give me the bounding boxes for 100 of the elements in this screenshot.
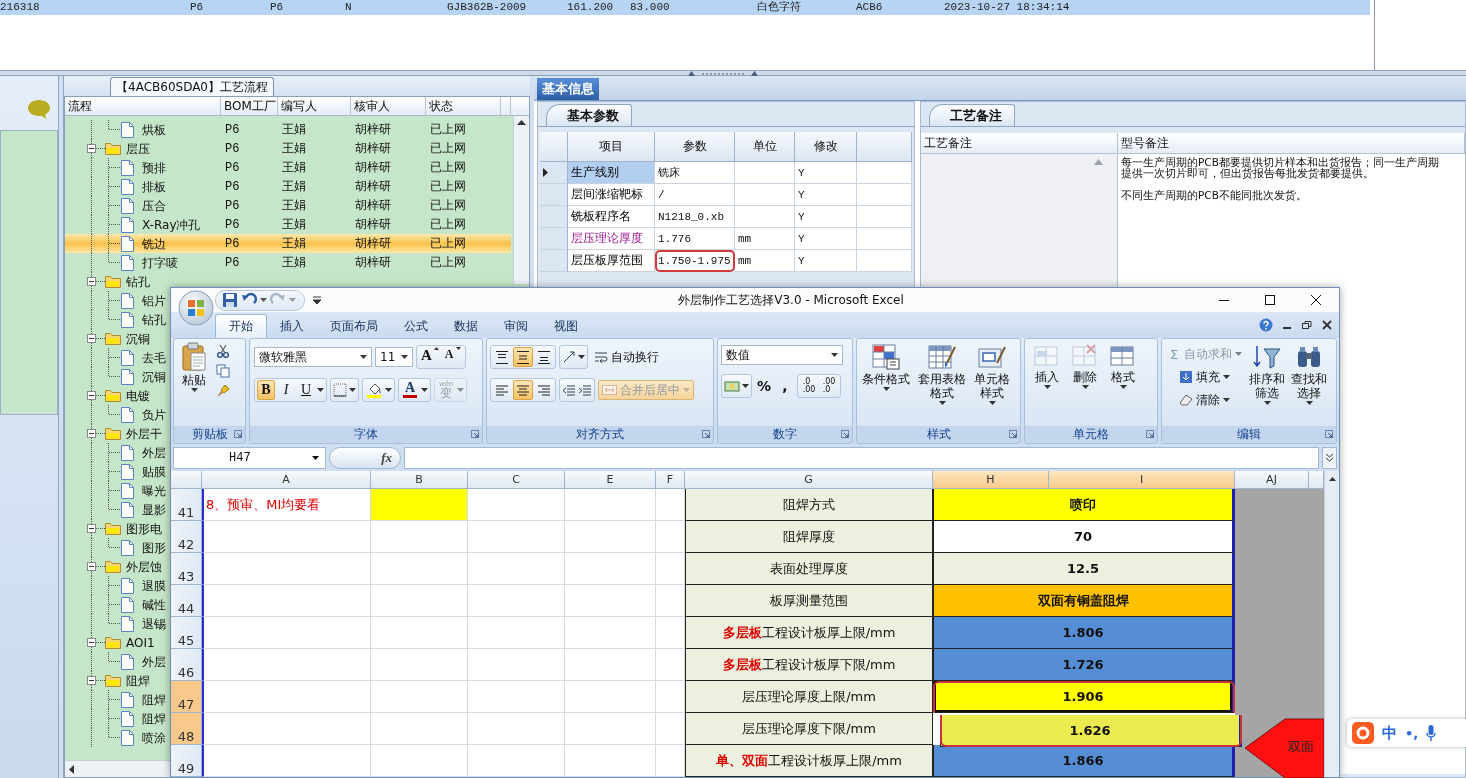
tree-item[interactable]: 钻孔 — [142, 313, 166, 326]
tree-row[interactable]: 打字唛 P6 王娟 胡梓研 已上网 — [65, 253, 511, 272]
expand-formula-button[interactable] — [1322, 447, 1337, 469]
name-box[interactable]: H47 — [173, 447, 326, 469]
panel-tab[interactable]: 工艺备注 — [929, 104, 1015, 126]
table-format-button[interactable]: 套用表格格式 — [916, 342, 968, 406]
collapse-icon[interactable] — [87, 391, 96, 400]
tree-item[interactable]: 退锡 — [142, 617, 166, 630]
tree-row[interactable]: 烘板 P6 王娟 胡梓研 已上网 — [65, 120, 511, 139]
tree-item[interactable]: 铝片 — [142, 294, 166, 307]
increase-indent-icon[interactable] — [578, 383, 592, 397]
row-header[interactable]: 45 — [171, 617, 202, 649]
tree-item[interactable]: 碱性 — [142, 598, 166, 611]
ribbon-tab[interactable]: 开始 — [215, 314, 267, 338]
collapse-icon[interactable] — [87, 676, 96, 685]
row-header[interactable]: 46 — [171, 649, 202, 681]
dialog-launcher-icon[interactable] — [1146, 430, 1154, 438]
align-middle-button[interactable] — [513, 347, 533, 367]
tree-item[interactable]: 钻孔 — [126, 275, 150, 288]
panel-tab[interactable]: 基本信息 — [537, 78, 599, 100]
table-row[interactable]: 216318 P6 P6 N GJB362B-2009 161.200 83.000 白色字符 ACB6 2023-10-27 18:34:14 — [0, 0, 1370, 15]
row-header[interactable]: 44 — [171, 585, 202, 617]
row-header[interactable]: 41 — [171, 489, 202, 521]
save-icon[interactable] — [222, 292, 238, 308]
shrink-font-button[interactable]: A — [442, 347, 463, 367]
tree-row[interactable]: X-Ray冲孔 P6 王娟 胡梓研 已上网 — [65, 215, 511, 234]
ime-mode[interactable]: 中 — [1382, 723, 1397, 743]
collapse-icon[interactable] — [87, 144, 96, 153]
column-header[interactable]: B — [371, 471, 468, 489]
tree-item[interactable]: 图形电 — [126, 522, 162, 535]
increase-decimal-button[interactable]: .0 .00 — [800, 376, 819, 396]
font-color-button[interactable]: A — [401, 380, 419, 400]
dialog-launcher-icon[interactable] — [234, 430, 242, 438]
decrease-decimal-button[interactable]: .00 .0 — [820, 376, 839, 396]
comma-button[interactable]: , — [776, 376, 795, 396]
number-format-field[interactable]: 数值 — [721, 345, 843, 365]
fill-button[interactable]: 填充 — [1164, 367, 1245, 387]
tree-item[interactable]: 去毛 — [142, 351, 166, 364]
scroll-up-icon[interactable] — [517, 120, 526, 125]
column-header[interactable]: AJ — [1235, 471, 1309, 489]
grow-font-button[interactable]: A — [419, 347, 441, 367]
row-header[interactable]: 48 — [171, 713, 202, 745]
italic-button[interactable]: I — [277, 380, 295, 400]
ribbon-tab[interactable]: 插入 — [267, 315, 317, 338]
font-field[interactable]: 微软雅黑 — [254, 347, 372, 367]
tree-item[interactable]: 显影 — [142, 503, 166, 516]
column-header[interactable]: G — [685, 471, 933, 489]
ribbon-tab[interactable]: 审阅 — [491, 315, 541, 338]
underline-button[interactable]: U — [297, 380, 315, 400]
ribbon-tab[interactable]: 公式 — [391, 315, 441, 338]
horizontal-scrollbar[interactable] — [65, 760, 173, 777]
vertical-scrollbar[interactable] — [1324, 471, 1339, 777]
tree-item[interactable]: 阻焊 — [142, 712, 166, 725]
row-header[interactable]: 47 — [171, 681, 202, 713]
tree-item[interactable]: 外层 — [142, 655, 166, 668]
tree-item[interactable]: 曝光 — [142, 484, 166, 497]
tree-item[interactable]: 沉铜 — [126, 332, 150, 345]
cut-icon[interactable] — [216, 344, 230, 358]
panel-tab[interactable]: 【4ACB60SDA0】工艺流程 — [110, 77, 274, 96]
cell-style-button[interactable]: 单元格样式 — [972, 342, 1012, 406]
tree-item[interactable]: 负片 — [142, 408, 166, 421]
brush-icon[interactable] — [216, 384, 230, 398]
conditional-format-button[interactable]: 条件格式 — [860, 342, 912, 392]
dialog-launcher-icon[interactable] — [471, 430, 479, 438]
tree-item[interactable]: 外层蚀 — [126, 560, 162, 573]
tree-item[interactable]: AOI1 — [126, 636, 155, 649]
column-header[interactable]: A — [202, 471, 371, 489]
row-header[interactable]: 43 — [171, 553, 202, 585]
find-select-button[interactable]: 查找和选择 — [1289, 342, 1329, 406]
dialog-launcher-icon[interactable] — [702, 430, 710, 438]
column-header[interactable]: I — [1049, 471, 1235, 489]
bold-button[interactable]: B — [257, 380, 275, 400]
collapse-icon[interactable] — [87, 277, 96, 286]
collapse-icon[interactable] — [87, 429, 96, 438]
ime-punctuation[interactable]: •, — [1405, 725, 1419, 741]
scroll-up-icon[interactable] — [1328, 477, 1336, 481]
insert-function-button[interactable]: fx — [329, 447, 401, 469]
dialog-launcher-icon[interactable] — [841, 430, 849, 438]
formula-field[interactable] — [404, 447, 1319, 469]
collapse-icon[interactable] — [87, 638, 96, 647]
ime-logo-icon[interactable] — [1352, 722, 1374, 744]
vertical-scrollbar[interactable] — [513, 116, 529, 284]
sort-filter-button[interactable]: 排序和筛选 — [1247, 342, 1287, 406]
font-size-field[interactable]: 11 — [375, 347, 413, 367]
wrap-text-button[interactable]: 自动换行 — [591, 347, 662, 367]
collapse-icon[interactable] — [87, 334, 96, 343]
tree-row[interactable]: 铣边 P6 王娟 胡梓研 已上网 — [65, 234, 511, 253]
paste-button[interactable]: 粘贴 — [178, 341, 210, 393]
tree-item[interactable]: 退膜 — [142, 579, 166, 592]
clear-button[interactable]: 清除 — [1164, 390, 1245, 410]
help-icon[interactable] — [1259, 318, 1273, 332]
customize-toolbar-icon[interactable] — [313, 296, 321, 304]
tree-item[interactable]: 阻焊 — [142, 693, 166, 706]
percent-button[interactable]: % — [755, 376, 774, 396]
tree-row[interactable]: 排板 P6 王娟 胡梓研 已上网 — [65, 177, 511, 196]
close-icon[interactable] — [1321, 319, 1333, 331]
collapse-icon[interactable] — [87, 562, 96, 571]
tree-item[interactable]: 贴膜 — [142, 465, 166, 478]
row-header[interactable]: 49 — [171, 745, 202, 777]
column-header[interactable]: H — [933, 471, 1049, 489]
